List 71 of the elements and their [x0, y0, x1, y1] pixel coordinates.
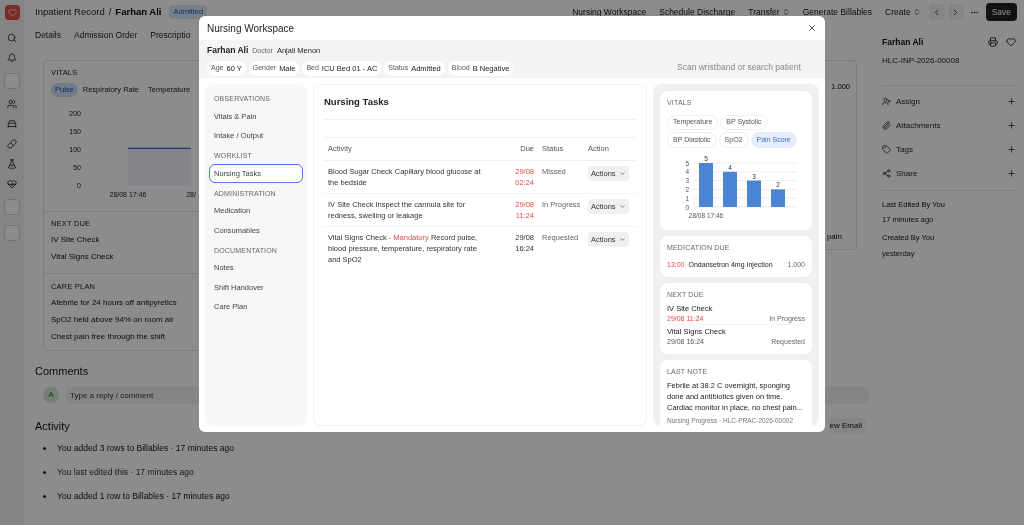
comments-heading: Comments	[35, 364, 89, 380]
add-icon[interactable]	[1007, 145, 1016, 155]
care-plan-item: Chest pain free through the shift	[51, 331, 165, 344]
caret-icon	[618, 235, 626, 243]
heart-icon	[7, 8, 17, 17]
user-plus-icon	[882, 97, 891, 107]
add-icon[interactable]	[1007, 121, 1016, 131]
caret-icon	[618, 202, 626, 210]
bell-icon[interactable]	[7, 53, 17, 63]
breadcrumb-separator: /	[108, 4, 112, 19]
toolbar-button[interactable]: Generate Billables	[797, 3, 878, 21]
tile-icon[interactable]	[4, 225, 20, 241]
task-name: Vital Signs Check	[51, 251, 114, 264]
flask-icon[interactable]	[7, 159, 17, 169]
activity-text: You added 1 row to Billables · 17 minutes ago	[57, 489, 230, 503]
tag-icon	[882, 145, 891, 155]
close-icon[interactable]	[807, 23, 817, 33]
patient-name: Farhan Ali	[207, 44, 249, 57]
heart-icon[interactable]	[1006, 37, 1016, 48]
search-icon[interactable]	[7, 33, 17, 43]
bed-icon[interactable]	[7, 119, 17, 129]
sidebar-action[interactable]: Share	[896, 167, 918, 180]
chart-bar	[747, 180, 761, 207]
add-icon[interactable]	[1007, 97, 1016, 107]
sidebar-action[interactable]: Tags	[896, 143, 913, 156]
tab[interactable]: Details	[35, 28, 61, 42]
chart-bar	[771, 188, 785, 207]
users-icon[interactable]	[7, 99, 17, 109]
tile-icon[interactable]	[4, 73, 20, 89]
care-plan-item: Afebrile for 24 hours off antipyretics	[51, 297, 177, 310]
tile-icon[interactable]	[4, 199, 20, 215]
tab[interactable]: Admission Order	[74, 28, 138, 42]
tab[interactable]: Prescriptio	[150, 28, 191, 42]
bullet-icon	[43, 494, 46, 498]
activity-text: You added 3 rows to Billables · 17 minutes ago	[57, 442, 234, 455]
care-plan-item: SpO2 held above 94% on room air	[51, 314, 174, 327]
paperclip-icon	[882, 121, 891, 131]
panel-title: Nursing Tasks	[324, 95, 636, 121]
chart-bar	[723, 171, 737, 207]
activity-text: You last edited this · 17 minutes ago	[57, 466, 194, 479]
breadcrumb-link[interactable]: Inpatient Record	[35, 4, 105, 20]
toolbar-button[interactable]: Transfer	[743, 3, 795, 21]
dialog-title: Nursing Workspace	[207, 21, 295, 36]
print-icon[interactable]	[988, 37, 998, 48]
chart-area	[127, 147, 192, 185]
toolbar-button[interactable]: Create	[880, 3, 926, 21]
heart-pulse-icon[interactable]	[7, 179, 17, 189]
bullet-icon	[43, 447, 46, 451]
save-button[interactable]: Save	[985, 2, 1017, 22]
activity-heading: Activity	[35, 418, 70, 434]
breadcrumb-link[interactable]: Farhan Ali	[115, 4, 162, 20]
chevron-icon	[781, 8, 790, 16]
chevron-icon	[912, 8, 921, 16]
sidebar-action[interactable]: Assign	[896, 95, 920, 108]
record-title: Farhan Ali	[882, 36, 924, 49]
record-id: HLC-INP-2026-00008	[882, 54, 960, 67]
add-icon[interactable]	[1007, 169, 1016, 179]
note-text: pain	[826, 231, 842, 243]
chart-bar	[699, 162, 713, 207]
email-button[interactable]: ew Email	[828, 418, 866, 434]
avatar: A	[43, 387, 59, 404]
logo[interactable]	[4, 5, 20, 20]
bullet-icon	[43, 470, 46, 474]
task-name: IV Site Check	[51, 234, 100, 247]
caret-icon	[618, 169, 626, 177]
toolbar-button[interactable]: Schedule Discharge	[654, 3, 741, 21]
toolbar-button[interactable]: Nursing Workspace	[567, 3, 652, 21]
search-field[interactable]: Scan wristband or search patient	[677, 60, 817, 74]
pill-icon[interactable]	[7, 139, 17, 149]
share-icon	[882, 169, 891, 179]
sidebar-action[interactable]: Attachments	[896, 119, 941, 132]
